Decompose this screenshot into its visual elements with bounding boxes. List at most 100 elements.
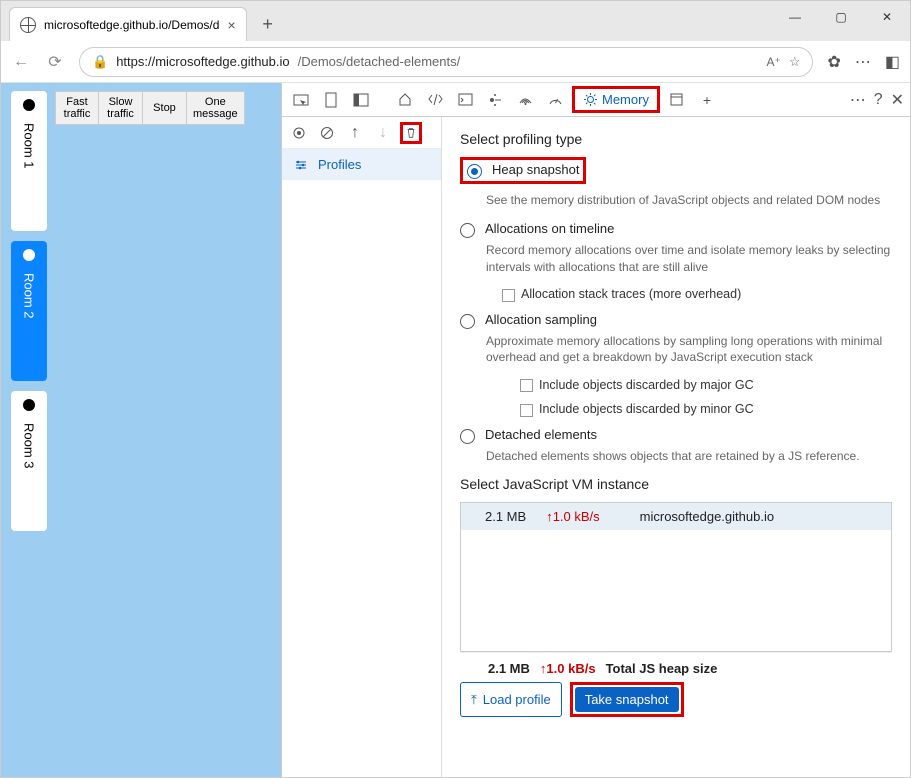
- status-dot-icon: [23, 399, 35, 411]
- option-alloc-sampling[interactable]: Allocation sampling: [460, 312, 892, 329]
- radio-icon: [467, 164, 482, 179]
- gear-icon: [583, 92, 598, 107]
- vm-host: microsoftedge.github.io: [640, 509, 774, 524]
- status-dot-icon: [23, 249, 35, 261]
- more-tabs-icon[interactable]: +: [694, 87, 720, 113]
- minimize-button[interactable]: —: [772, 1, 818, 33]
- network-tab-icon[interactable]: [512, 87, 538, 113]
- load-profile-button[interactable]: ⤒ Load profile: [460, 682, 562, 717]
- option-alloc-timeline[interactable]: Allocations on timeline: [460, 221, 892, 238]
- browser-window: microsoftedge.github.io/Demos/d × + — ▢ …: [0, 0, 911, 778]
- room-1[interactable]: Room 1: [11, 91, 47, 231]
- alloc-timeline-label: Allocations on timeline: [485, 221, 614, 236]
- stop-button[interactable]: Stop: [143, 91, 187, 125]
- elements-tab-icon[interactable]: [422, 87, 448, 113]
- trash-icon[interactable]: [400, 122, 422, 144]
- room-label: Room 1: [22, 123, 37, 169]
- vm-rate: ↑1.0 kB/s: [546, 509, 599, 524]
- room-2[interactable]: Room 2: [11, 241, 47, 381]
- devtools-tabbar: Memory + ⋯ ? ✕: [282, 83, 910, 117]
- heap-label: Total JS heap size: [606, 661, 718, 676]
- minor-gc-checkbox[interactable]: Include objects discarded by minor GC: [520, 402, 892, 416]
- extensions-icon[interactable]: ✿: [827, 52, 840, 72]
- vm-instance-row[interactable]: 2.1 MB ↑1.0 kB/s microsoftedge.github.io: [461, 503, 891, 530]
- demo-page: Room 1 Room 2 Room 3 Fasttraffic Slowtra…: [1, 83, 281, 777]
- vm-instance-list[interactable]: 2.1 MB ↑1.0 kB/s microsoftedge.github.io: [460, 502, 892, 652]
- vm-size: 2.1 MB: [485, 509, 526, 524]
- heap-snapshot-label: Heap snapshot: [492, 162, 579, 177]
- favorite-icon[interactable]: ☆: [789, 54, 801, 70]
- memory-footer: 2.1 MB ↑1.0 kB/s Total JS heap size ⤒ Lo…: [460, 652, 892, 721]
- alloc-stack-traces-checkbox[interactable]: Allocation stack traces (more overhead): [502, 287, 892, 301]
- heap-size: 2.1 MB: [488, 661, 530, 676]
- radio-icon: [460, 429, 475, 444]
- device-icon[interactable]: [318, 87, 344, 113]
- slow-traffic-button[interactable]: Slowtraffic: [99, 91, 143, 125]
- devtools-panel: Memory + ⋯ ? ✕ ↑ ↓: [281, 83, 910, 777]
- more-icon[interactable]: ⋯: [855, 52, 871, 72]
- major-gc-checkbox[interactable]: Include objects discarded by major GC: [520, 378, 892, 392]
- devtools-close-icon[interactable]: ✕: [891, 90, 904, 110]
- url-host: https://microsoftedge.github.io: [116, 54, 289, 69]
- application-tab-icon[interactable]: [664, 87, 690, 113]
- clear-icon[interactable]: [316, 122, 338, 144]
- sliders-icon: [294, 158, 308, 172]
- alloc-sampling-label: Allocation sampling: [485, 312, 597, 327]
- devtools-sidebar: ↑ ↓ Profiles: [282, 117, 442, 777]
- select-profiling-heading: Select profiling type: [460, 131, 892, 147]
- room-label: Room 2: [22, 273, 37, 319]
- alloc-timeline-desc: Record memory allocations over time and …: [486, 242, 892, 276]
- room-3[interactable]: Room 3: [11, 391, 47, 531]
- tab-close-icon[interactable]: ×: [227, 17, 235, 33]
- option-heap-snapshot[interactable]: Heap snapshot: [460, 157, 586, 184]
- new-tab-button[interactable]: +: [253, 9, 283, 39]
- fast-traffic-button[interactable]: Fasttraffic: [55, 91, 99, 125]
- titlebar: microsoftedge.github.io/Demos/d × + — ▢ …: [1, 1, 910, 41]
- dock-icon[interactable]: [348, 87, 374, 113]
- memory-main: Select profiling type Heap snapshot See …: [442, 117, 910, 777]
- checkbox-icon: [502, 289, 515, 302]
- globe-icon: [20, 17, 36, 33]
- one-message-button[interactable]: Onemessage: [187, 91, 245, 125]
- heap-rate: ↑1.0 kB/s: [540, 661, 596, 676]
- load-profile-label: Load profile: [483, 692, 551, 707]
- close-window-button[interactable]: ✕: [864, 1, 910, 33]
- option-detached-elements[interactable]: Detached elements: [460, 427, 892, 444]
- console-tab-icon[interactable]: [452, 87, 478, 113]
- back-icon[interactable]: ←: [11, 53, 31, 71]
- take-snapshot-highlight: Take snapshot: [570, 682, 684, 717]
- record-icon[interactable]: [288, 122, 310, 144]
- memory-toolbar: ↑ ↓: [282, 117, 441, 149]
- memory-tab-label: Memory: [602, 92, 649, 107]
- vm-instance-heading: Select JavaScript VM instance: [460, 476, 892, 492]
- status-dot-icon: [23, 99, 35, 111]
- export-icon[interactable]: ↑: [344, 122, 366, 144]
- memory-tab[interactable]: Memory: [572, 86, 660, 113]
- maximize-button[interactable]: ▢: [818, 1, 864, 33]
- alloc-sampling-desc: Approximate memory allocations by sampli…: [486, 333, 892, 367]
- checkbox-icon: [520, 404, 533, 417]
- checkbox-icon: [520, 379, 533, 392]
- import-icon[interactable]: ↓: [372, 122, 394, 144]
- address-bar: ← ⟳ 🔒 https://microsoftedge.github.io/De…: [1, 41, 910, 83]
- performance-tab-icon[interactable]: [542, 87, 568, 113]
- detached-label: Detached elements: [485, 427, 597, 442]
- reader-icon[interactable]: A⁺: [766, 55, 780, 69]
- detached-desc: Detached elements shows objects that are…: [486, 448, 892, 465]
- room-label: Room 3: [22, 423, 37, 469]
- radio-icon: [460, 223, 475, 238]
- inspect-icon[interactable]: [288, 87, 314, 113]
- url-path: /Demos/detached-elements/: [298, 54, 461, 69]
- refresh-icon[interactable]: ⟳: [45, 52, 65, 72]
- take-snapshot-button[interactable]: Take snapshot: [575, 687, 679, 712]
- devtools-help-icon[interactable]: ?: [874, 91, 883, 109]
- devtools-more-icon[interactable]: ⋯: [850, 90, 866, 110]
- profiles-label: Profiles: [318, 157, 361, 172]
- sidebar-item-profiles[interactable]: Profiles: [282, 149, 441, 180]
- browser-tab[interactable]: microsoftedge.github.io/Demos/d ×: [9, 7, 247, 41]
- welcome-tab-icon[interactable]: [392, 87, 418, 113]
- radio-icon: [460, 314, 475, 329]
- sources-tab-icon[interactable]: [482, 87, 508, 113]
- collections-icon[interactable]: ◧: [885, 52, 900, 72]
- url-input[interactable]: 🔒 https://microsoftedge.github.io/Demos/…: [79, 47, 813, 77]
